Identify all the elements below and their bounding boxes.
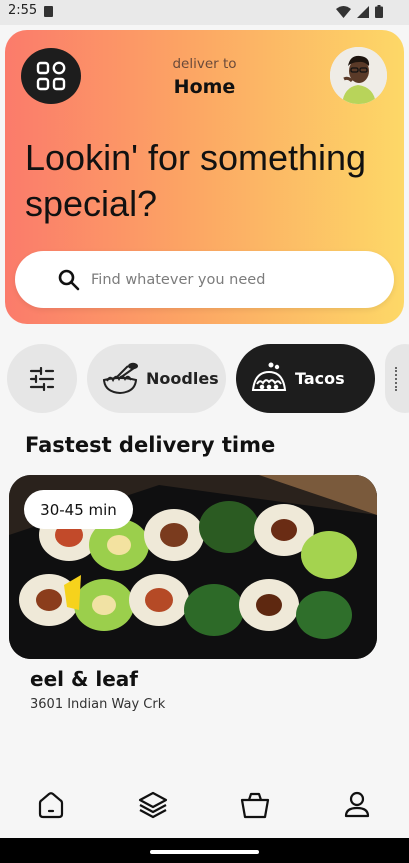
wifi-icon [336,5,351,18]
hero-banner: deliver to Home Lookin' for something sp… [5,30,404,324]
layers-icon [138,791,168,819]
page-title: Lookin' for something special? [25,137,367,224]
section-title: Fastest delivery time [25,433,276,457]
status-bar: 2:55 [0,0,409,25]
category-chip-tacos[interactable]: Tacos [236,344,375,413]
search-input[interactable] [91,251,371,308]
signal-icon [357,5,369,18]
search-bar[interactable] [15,251,394,308]
category-more-icon [395,366,398,391]
nav-layers[interactable] [136,788,170,822]
sliders-icon [29,366,55,391]
basket-icon [240,792,270,819]
battery-icon [375,5,383,18]
delivery-time-badge: 30-45 min [24,490,133,529]
filter-button[interactable] [7,344,77,413]
restaurant-name[interactable]: eel & leaf [30,667,138,691]
bottom-nav [0,770,409,840]
profile-icon [344,791,370,818]
home-icon [38,792,64,819]
category-chip-noodles[interactable]: Noodles [87,344,226,413]
status-time: 2:55 [8,3,38,18]
restaurant-address: 3601 Indian Way Crk [30,697,166,712]
category-chip-more[interactable] [385,344,409,413]
taco-icon [248,358,290,400]
avatar-photo [330,47,387,104]
avatar[interactable] [330,47,387,104]
category-label-noodles: Noodles [146,369,219,388]
search-icon [58,269,80,291]
nav-home[interactable] [34,788,68,822]
status-icons [336,5,383,18]
nav-profile[interactable] [340,788,374,822]
sd-card-icon [44,6,53,17]
gesture-handle[interactable] [150,850,259,854]
noodle-bowl-icon [99,358,141,400]
category-label-tacos: Tacos [295,369,345,388]
nav-basket[interactable] [238,788,272,822]
